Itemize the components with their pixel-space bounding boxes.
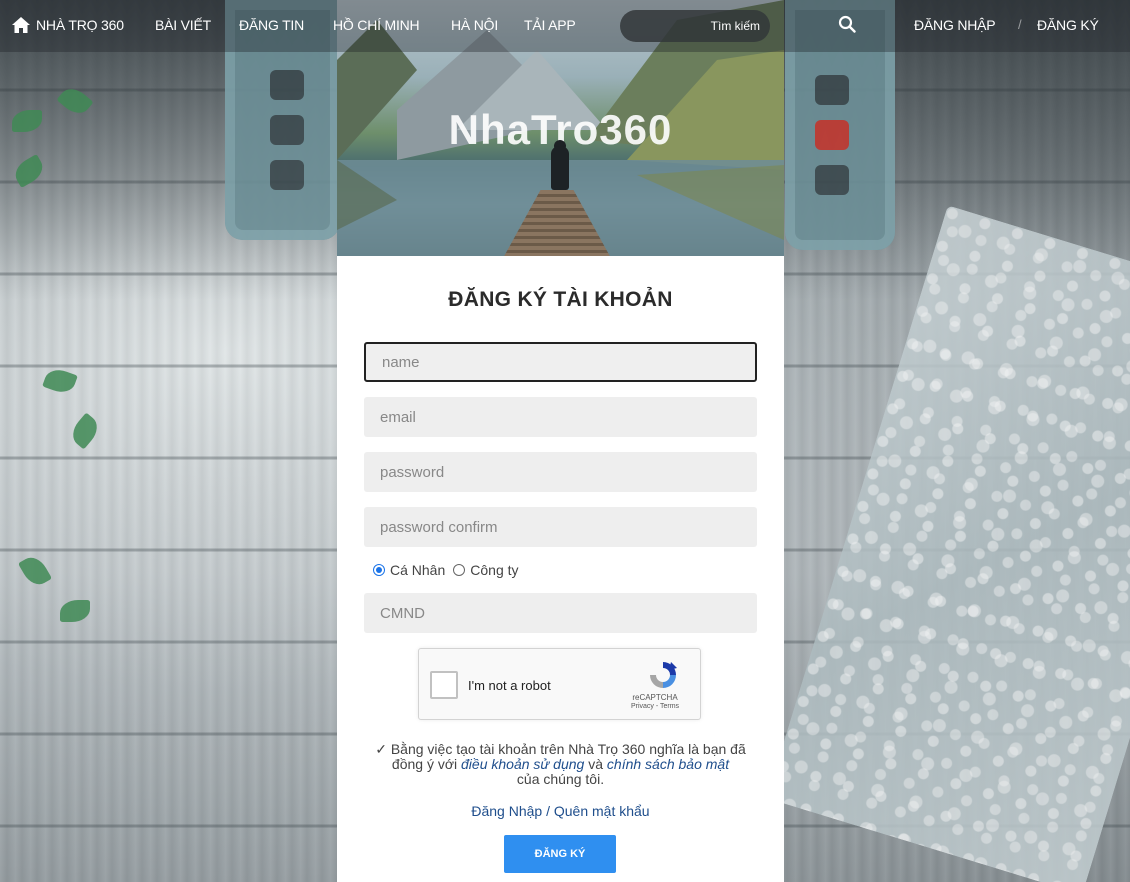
home-icon[interactable] <box>12 17 30 33</box>
nav-register-link[interactable]: ĐĂNG KÝ <box>1037 17 1099 33</box>
recaptcha-widget: I'm not a robot reCAPTCHA Privacy - Term… <box>418 648 701 720</box>
nav-item-bai-viet[interactable]: BÀI VIẾT <box>155 17 211 33</box>
id-number-input[interactable] <box>364 593 757 633</box>
password-confirm-input[interactable] <box>364 507 757 547</box>
recaptcha-label: I'm not a robot <box>468 678 551 693</box>
nav-home-link[interactable]: NHÀ TRỌ 360 <box>36 17 124 33</box>
decor-key <box>815 120 849 150</box>
password-input[interactable] <box>364 452 757 492</box>
hero-person <box>551 146 569 190</box>
recaptcha-checkbox[interactable] <box>430 671 458 699</box>
radio-ca-nhan-label[interactable]: Cá Nhân <box>390 562 445 578</box>
name-input[interactable] <box>364 342 757 382</box>
nav-item-ha-noi[interactable]: HÀ NỘI <box>451 17 498 33</box>
register-panel: NhaTro360 ĐĂNG KÝ TÀI KHOẢN Cá Nhân Công… <box>337 0 784 882</box>
nav-item-ho-chi-minh[interactable]: HỒ CHÍ MINH <box>333 17 420 33</box>
recaptcha-privacy-terms[interactable]: Privacy - Terms <box>620 703 690 710</box>
account-type-group: Cá Nhân Công ty <box>373 562 784 578</box>
top-navbar: NHÀ TRỌ 360 BÀI VIẾT ĐĂNG TIN HỒ CHÍ MIN… <box>0 0 1130 52</box>
form-title: ĐĂNG KÝ TÀI KHOẢN <box>448 288 673 311</box>
radio-cong-ty-label[interactable]: Công ty <box>470 562 518 578</box>
decor-key <box>270 160 304 190</box>
nav-item-tai-app[interactable]: TẢI APP <box>524 17 576 33</box>
recaptcha-logo-icon <box>650 662 677 688</box>
search-icon[interactable] <box>838 15 856 33</box>
nav-item-dang-tin[interactable]: ĐĂNG TIN <box>239 17 304 33</box>
decor-key <box>815 165 849 195</box>
email-input[interactable] <box>364 397 757 437</box>
decor-key <box>815 75 849 105</box>
radio-cong-ty[interactable] <box>453 564 466 576</box>
terms-suffix: của chúng tôi. <box>516 771 605 787</box>
decor-key <box>270 115 304 145</box>
nav-separator: / <box>1018 17 1022 32</box>
register-button[interactable]: ĐĂNG KÝ <box>504 835 616 873</box>
nav-login-link[interactable]: ĐĂNG NHẬP <box>914 17 996 33</box>
recaptcha-brand: reCAPTCHA <box>632 693 678 702</box>
terms-of-use-link[interactable]: điều khoản sử dụng <box>461 756 584 772</box>
privacy-policy-link[interactable]: chính sách bảo mật <box>607 756 729 772</box>
terms-middle: và <box>588 756 604 772</box>
login-forgot-link[interactable]: Đăng Nhập / Quên mật khẩu <box>337 803 784 819</box>
terms-notice: ✓ Bằng việc tạo tài khoản trên Nhà Trọ 3… <box>361 742 761 787</box>
search-input[interactable] <box>620 10 770 42</box>
decor-key <box>270 70 304 100</box>
radio-ca-nhan[interactable] <box>373 564 385 576</box>
